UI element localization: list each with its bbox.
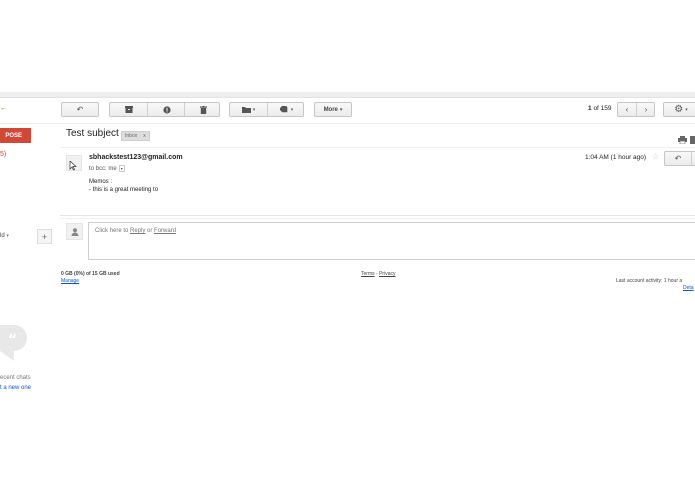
reply-link[interactable]: Reply	[130, 228, 145, 234]
chevron-left-icon: ‹	[625, 104, 629, 114]
trash-icon	[199, 105, 207, 114]
move-to-button[interactable]: ▾	[230, 103, 267, 116]
page-current: 1	[588, 105, 592, 112]
reply-prompt-text: Click here to	[95, 228, 131, 234]
privacy-link[interactable]: Privacy	[379, 271, 395, 277]
chat-status-dropdown[interactable]: ld ▾	[0, 233, 9, 239]
message-body-line: Memos :	[89, 179, 113, 185]
older-button[interactable]: ›	[636, 103, 655, 116]
more-label: More	[323, 106, 338, 113]
svg-text:“: “	[8, 332, 17, 348]
folder-icon	[241, 107, 251, 113]
header-divider	[60, 147, 695, 148]
start-new-chat-link[interactable]: t a new one	[0, 385, 31, 391]
gear-icon: ⚙	[674, 103, 684, 115]
mouse-cursor-icon	[69, 161, 77, 171]
no-recent-chats-text: ecent chats	[0, 375, 31, 381]
back-to-inbox-button[interactable]: ↶	[61, 102, 99, 117]
hangouts-quote-icon: “	[0, 322, 28, 367]
chevron-down-icon: ▾	[685, 106, 688, 113]
action-button-group	[109, 102, 220, 117]
archive-button[interactable]	[110, 103, 147, 116]
recipient-line: to bcc: me ▾	[89, 165, 125, 172]
reply-button[interactable]: ↶	[665, 152, 691, 165]
forward-link[interactable]: Forward	[154, 228, 176, 234]
back-arrow-icon: ↶	[76, 104, 84, 114]
back-arrow-red-icon[interactable]: ←	[0, 105, 7, 112]
chevron-right-icon: ›	[644, 104, 648, 114]
terms-link[interactable]: Terms	[361, 271, 375, 277]
inbox-unread-count[interactable]: 5)	[0, 151, 6, 158]
message-subject: Test subject	[66, 128, 119, 139]
reply-box[interactable]	[88, 222, 695, 260]
person-icon	[71, 227, 78, 236]
compose-label: POSE	[5, 132, 22, 139]
more-button[interactable]: More ▾	[314, 102, 352, 117]
move-label-group: ▾ ▾	[229, 102, 304, 117]
newer-button[interactable]: ‹	[618, 103, 636, 116]
labels-button[interactable]: ▾	[267, 103, 305, 116]
sender-email[interactable]: sbhackstest123@gmail.com	[89, 154, 183, 161]
chevron-down-icon: ▾	[6, 233, 9, 239]
delete-button[interactable]	[184, 103, 221, 116]
activity-details-link[interactable]: Deta	[683, 285, 694, 291]
message-divider	[60, 218, 695, 219]
reply-or-text: or	[145, 228, 155, 234]
recipient-text: to bcc: me	[89, 166, 117, 173]
terms-privacy: Terms - Privacy	[361, 271, 395, 277]
message-body-line: - this is a great meeting to	[89, 187, 159, 193]
report-spam-button[interactable]	[147, 103, 185, 116]
pagination-info: 1 of 159	[588, 105, 612, 112]
archive-icon	[124, 106, 133, 113]
inbox-label-chip[interactable]: Inbox x	[121, 131, 150, 141]
settings-button[interactable]: ⚙ ▾	[663, 102, 695, 117]
toolbar-divider	[0, 123, 695, 124]
manage-storage-link[interactable]: Manage	[61, 278, 79, 284]
message-timestamp: 1:04 AM (1 hour ago)	[585, 154, 647, 161]
inbox-label-text: Inbox	[125, 133, 138, 139]
top-header-strip	[0, 92, 695, 98]
reply-prompt: Click here to Reply or Forward	[95, 228, 176, 234]
new-chat-plus-button[interactable]: +	[37, 229, 52, 244]
star-icon[interactable]: ☆	[652, 152, 659, 161]
page-total: of 159	[593, 105, 612, 112]
remove-label-icon[interactable]: x	[143, 133, 146, 139]
message-divider	[60, 215, 695, 216]
last-activity-text: Last account activity: 1 hour a	[616, 278, 683, 284]
user-avatar	[66, 223, 83, 240]
compose-button[interactable]: POSE	[0, 128, 31, 143]
more-reply-options-button[interactable]: ▾	[691, 152, 695, 165]
sender-avatar	[66, 155, 82, 171]
reply-button-group: ↶ ▾	[664, 151, 695, 166]
show-details-dropdown[interactable]: ▾	[118, 165, 125, 172]
report-spam-icon	[162, 105, 171, 114]
chevron-down-icon: ▾	[252, 106, 256, 113]
chat-status-label: ld	[0, 233, 5, 239]
label-tag-icon	[279, 105, 288, 112]
reply-arrow-icon: ↶	[674, 153, 682, 163]
pagination-group: ‹ ›	[617, 102, 655, 117]
storage-usage: 0 GB (0%) of 15 GB used	[61, 271, 120, 277]
chevron-down-icon: ▾	[290, 106, 294, 113]
chevron-down-icon: ▾	[339, 106, 343, 113]
